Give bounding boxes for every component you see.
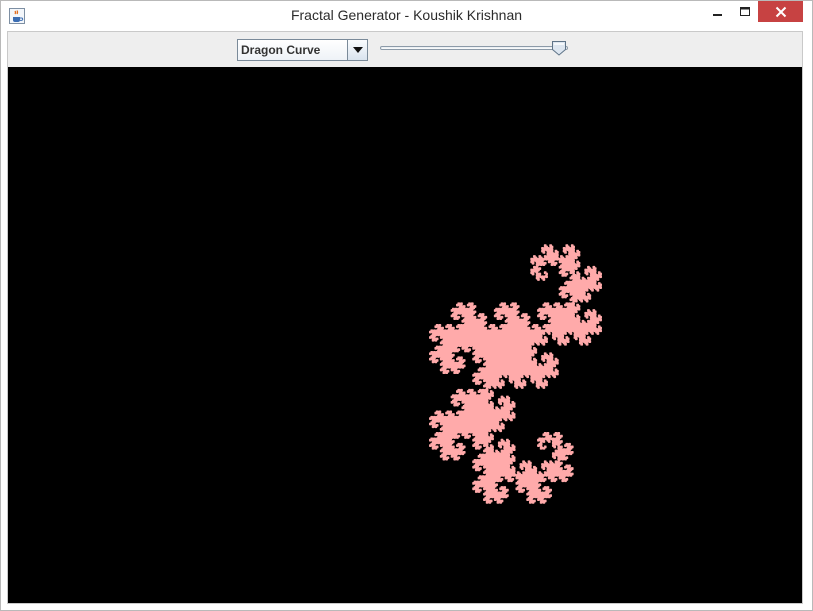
slider-track[interactable] xyxy=(380,46,568,50)
toolbar: Dragon Curve xyxy=(8,32,802,66)
minimize-button[interactable] xyxy=(704,1,731,22)
title-bar[interactable]: Fractal Generator - Koushik Krishnan xyxy=(1,1,812,31)
app-window: Fractal Generator - Koushik Krishnan Dra… xyxy=(0,0,813,611)
close-button[interactable] xyxy=(758,1,803,22)
dropdown-arrow-button[interactable] xyxy=(347,40,367,60)
dragon-curve-fractal xyxy=(429,244,602,504)
fractal-type-selected: Dragon Curve xyxy=(241,43,321,57)
dragon-curve-path xyxy=(429,244,602,504)
chevron-down-icon xyxy=(352,47,363,53)
minimize-icon xyxy=(712,13,722,16)
maximize-icon xyxy=(739,6,750,16)
fractal-type-select[interactable]: Dragon Curve xyxy=(237,39,368,61)
close-icon xyxy=(775,6,786,17)
content-pane: Dragon Curve xyxy=(7,31,803,604)
window-title: Fractal Generator - Koushik Krishnan xyxy=(290,7,523,23)
maximize-button[interactable] xyxy=(731,1,758,22)
fractal-canvas[interactable] xyxy=(8,67,802,603)
iteration-slider[interactable] xyxy=(380,40,576,60)
slider-thumb[interactable] xyxy=(551,40,567,56)
